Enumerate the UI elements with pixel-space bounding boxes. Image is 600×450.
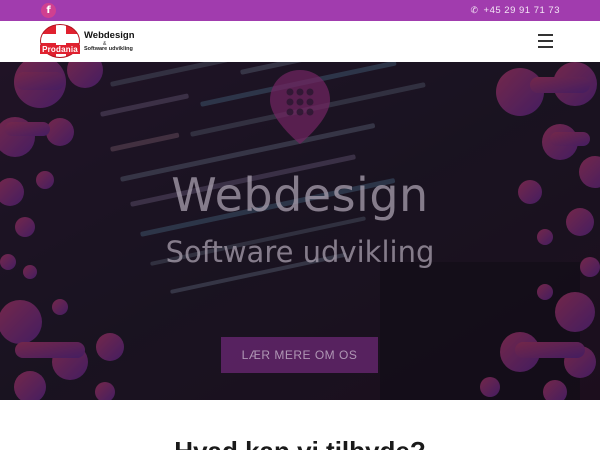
section-heading: Hvad kan vi tilbyde? [0, 436, 600, 450]
logo-title: Webdesign [84, 30, 135, 41]
learn-more-button[interactable]: LÆR MERE OM OS [221, 337, 378, 373]
phone-contact[interactable]: ✆ +45 29 91 71 73 [471, 0, 561, 21]
hero-banner: Webdesign Software udvikling LÆR MERE OM… [0, 62, 600, 400]
facebook-icon[interactable]: f [41, 3, 56, 18]
site-header: Prodania Webdesign & Software udvikling [0, 21, 600, 62]
hamburger-menu-icon[interactable] [538, 34, 553, 48]
logo-brand: Prodania [40, 45, 80, 54]
top-bar: f ✆ +45 29 91 71 73 [0, 0, 600, 21]
hero-subtitle: Software udvikling [165, 235, 435, 269]
phone-number[interactable]: +45 29 91 71 73 [484, 5, 560, 16]
logo-subtitle: Software udvikling [84, 46, 133, 52]
phone-icon: ✆ [470, 5, 479, 15]
hero-title: Webdesign [171, 168, 429, 222]
